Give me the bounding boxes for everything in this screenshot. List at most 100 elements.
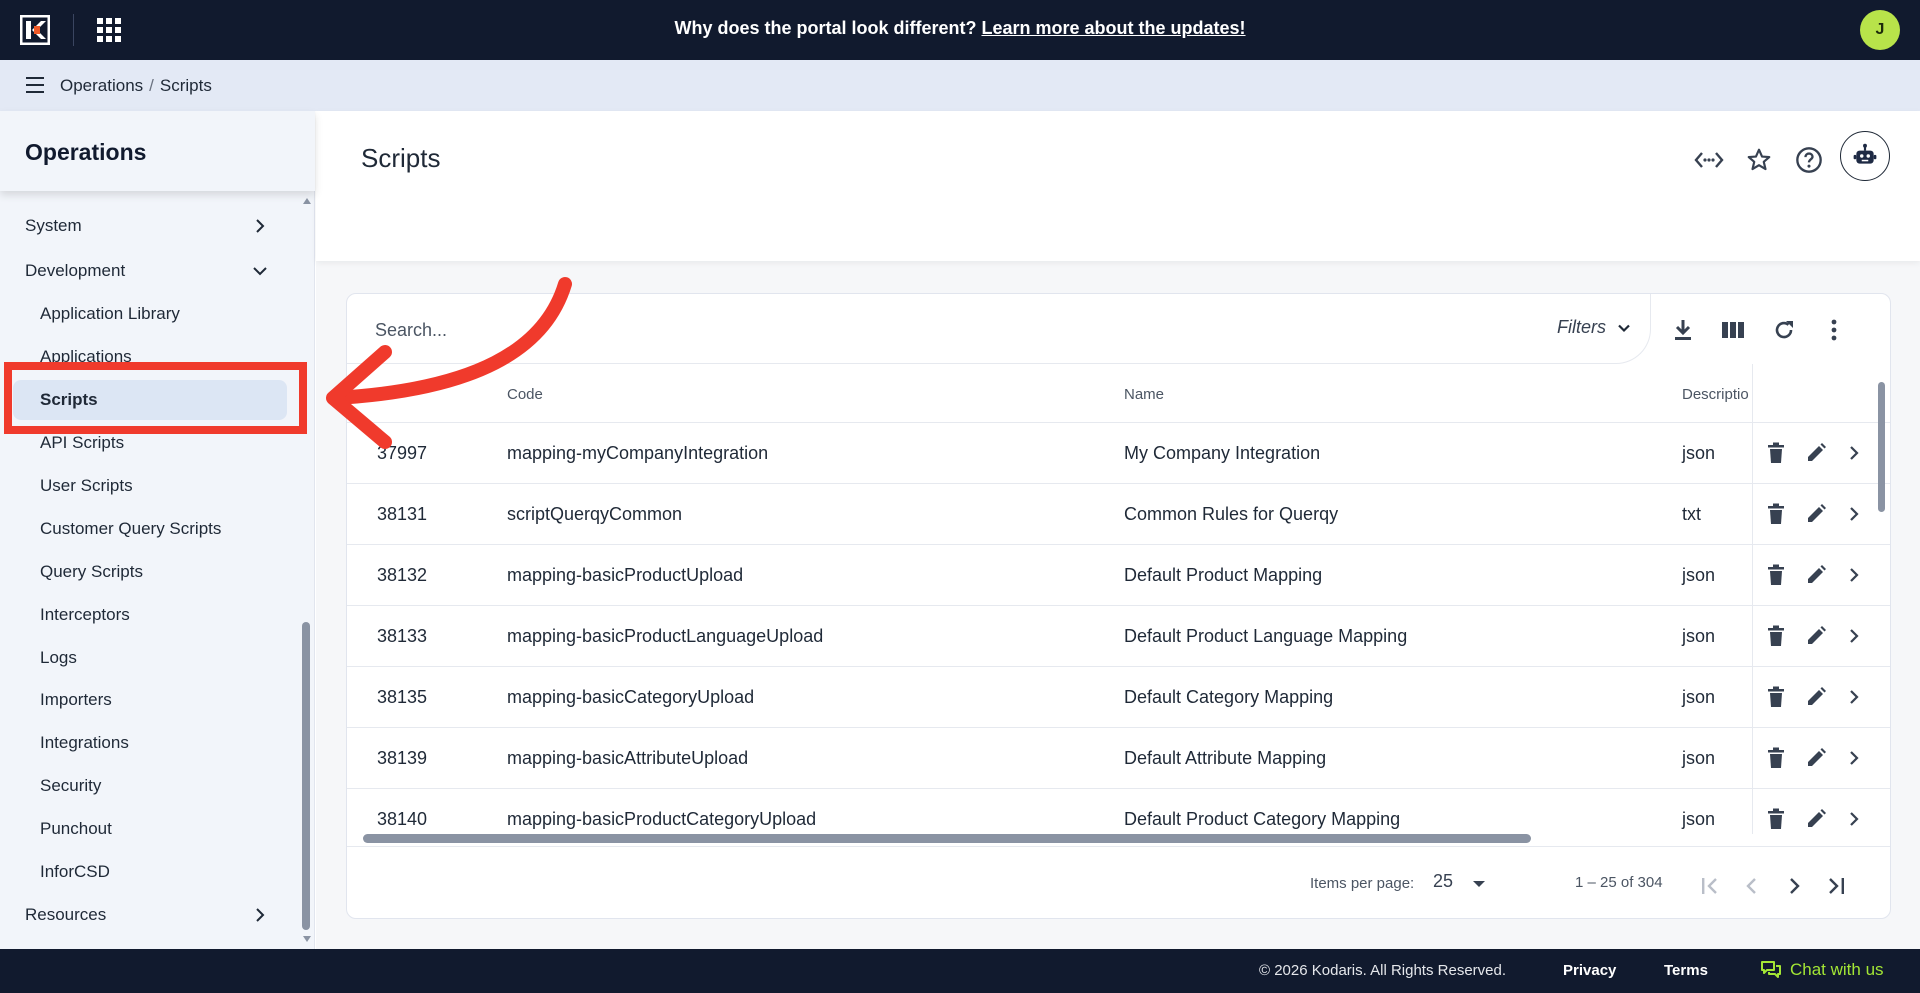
edit-icon[interactable] [1803,623,1829,649]
table-row[interactable]: 38132 mapping-basicProductUpload Default… [347,544,1890,605]
table-row[interactable]: 38135 mapping-basicCategoryUpload Defaul… [347,666,1890,727]
sidebar-item-label: Resources [25,905,107,924]
table-row[interactable]: 38131 scriptQuerqyCommon Common Rules fo… [347,483,1890,544]
delete-icon[interactable] [1763,623,1789,649]
table-vertical-scrollbar[interactable] [1878,382,1885,512]
column-header-description[interactable]: Descriptio [1682,386,1749,403]
delete-icon[interactable] [1763,440,1789,466]
sidebar-item-system[interactable]: System [0,206,300,246]
next-page-icon[interactable] [1779,871,1809,901]
edit-icon[interactable] [1803,745,1829,771]
apps-grid-icon[interactable] [97,18,121,42]
filters-label: Filters [1557,317,1606,337]
edit-icon[interactable] [1803,562,1829,588]
edit-icon[interactable] [1803,440,1829,466]
cell-code: mapping-basicCategoryUpload [507,687,755,707]
scroll-down-arrow[interactable] [303,936,311,942]
chevron-right-icon[interactable] [1841,806,1867,832]
cell-description: txt [1682,504,1702,524]
chevron-right-icon[interactable] [1841,684,1867,710]
sidebar-item-label: Query Scripts [40,562,143,581]
cell-id: 37997 [377,443,428,463]
cell-id: 38132 [377,565,428,585]
star-icon[interactable] [1740,141,1778,179]
sidebar-item-label: InforCSD [40,862,110,881]
cell-description: json [1682,748,1716,768]
scroll-up-arrow[interactable] [303,198,311,204]
sidebar-item-integrations[interactable]: Integrations [0,723,300,763]
announcement-link[interactable]: Learn more about the updates! [981,18,1245,38]
table-row[interactable]: 38139 mapping-basicAttributeUpload Defau… [347,727,1890,788]
column-header-name[interactable]: Name [1124,386,1164,403]
delete-icon[interactable] [1763,806,1789,832]
row-actions [1753,666,1890,727]
chevron-right-icon[interactable] [1841,562,1867,588]
sidebar-title: Operations [25,139,147,165]
sidebar-item-security[interactable]: Security [0,766,300,806]
sidebar-item-resources[interactable]: Resources [0,895,300,935]
sidebar-header: Operations [0,111,315,191]
cell-name: Default Product Category Mapping [1124,809,1401,829]
edit-icon[interactable] [1803,684,1829,710]
page-header: Scripts [316,111,1920,261]
row-actions [1753,544,1890,605]
more-vert-icon[interactable] [1820,316,1848,344]
sidebar-item-user-scripts[interactable]: User Scripts [0,466,300,506]
scripts-table-card: Filters Code Name Descriptio 37997 mappi… [346,293,1891,919]
delete-icon[interactable] [1763,562,1789,588]
chevron-right-icon[interactable] [1841,501,1867,527]
table-horizontal-scrollbar[interactable] [363,834,1531,843]
filters-dropdown[interactable]: Filters [1557,317,1632,338]
sidebar-scrollbar[interactable] [302,622,310,930]
menu-icon[interactable] [26,77,46,93]
terms-link[interactable]: Terms [1664,962,1708,979]
sidebar-item-customer-query-scripts[interactable]: Customer Query Scripts [0,509,300,549]
chat-button[interactable]: Chat with us [1760,959,1884,981]
kodaris-logo[interactable] [19,14,51,46]
table-row[interactable]: 37997 mapping-myCompanyIntegration My Co… [347,422,1890,483]
sidebar-item-applications[interactable]: Applications [0,337,300,377]
cell-id: 38139 [377,748,428,768]
table-row[interactable]: 38140 mapping-basicProductCategoryUpload… [347,788,1890,834]
edit-icon[interactable] [1803,806,1829,832]
cell-description: json [1682,443,1716,463]
sidebar-item-scripts[interactable]: Scripts [13,380,287,420]
sidebar-item-logs[interactable]: Logs [0,638,300,678]
delete-icon[interactable] [1763,745,1789,771]
sidebar-item-application-library[interactable]: Application Library [0,294,300,334]
sidebar-item-importers[interactable]: Importers [0,680,300,720]
row-actions [1753,788,1890,834]
row-actions-column [1752,364,1890,834]
download-icon[interactable] [1669,316,1697,344]
columns-icon[interactable] [1719,316,1747,344]
cell-id: 38135 [377,687,428,707]
sidebar-item-inforcsd[interactable]: InforCSD [0,852,300,892]
sidebar-item-punchout[interactable]: Punchout [0,809,300,849]
sidebar-item-interceptors[interactable]: Interceptors [0,595,300,635]
chevron-right-icon[interactable] [1841,440,1867,466]
column-header-code[interactable]: Code [507,386,543,403]
chevron-right-icon[interactable] [1841,623,1867,649]
items-per-page-select[interactable]: 25 [1433,871,1493,899]
first-page-icon[interactable] [1695,871,1725,901]
edit-icon[interactable] [1803,501,1829,527]
search-bar: Filters [347,294,1651,364]
refresh-icon[interactable] [1770,316,1798,344]
cell-description: json [1682,565,1716,585]
avatar[interactable]: J [1860,10,1900,50]
sidebar-item-development[interactable]: Development [0,251,300,291]
previous-page-icon[interactable] [1737,871,1767,901]
help-icon[interactable] [1790,141,1828,179]
sidebar-item-api-scripts[interactable]: API Scripts [0,423,300,463]
code-icon[interactable] [1690,141,1728,179]
delete-icon[interactable] [1763,501,1789,527]
table-row[interactable]: 38133 mapping-basicProductLanguageUpload… [347,605,1890,666]
delete-icon[interactable] [1763,684,1789,710]
robot-icon[interactable] [1840,131,1890,181]
sidebar-item-query-scripts[interactable]: Query Scripts [0,552,300,592]
chevron-right-icon[interactable] [1841,745,1867,771]
search-input[interactable] [375,316,1275,344]
privacy-link[interactable]: Privacy [1563,962,1616,979]
breadcrumb-item-operations[interactable]: Operations [60,76,143,95]
last-page-icon[interactable] [1821,871,1851,901]
